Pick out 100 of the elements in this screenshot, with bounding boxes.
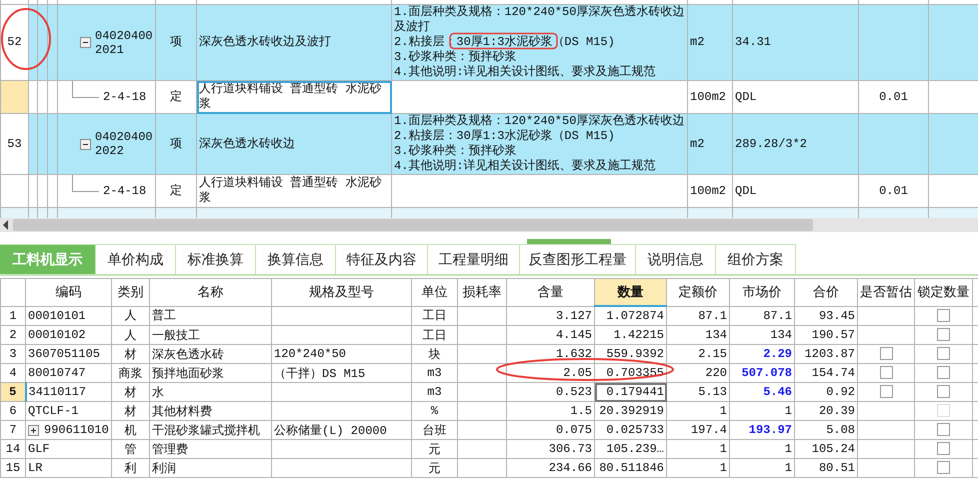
table-cell: 3.127 (506, 306, 594, 326)
table-cell: 87.1 (730, 306, 794, 326)
checkbox[interactable] (880, 347, 892, 360)
checkbox[interactable] (937, 347, 950, 360)
table-cell: 80.51 (794, 458, 858, 478)
table-cell: 134 (730, 326, 794, 344)
column-header[interactable]: 损耗率 (458, 278, 506, 306)
checkbox[interactable] (937, 328, 950, 342)
horizontal-scrollbar[interactable] (0, 218, 978, 232)
table-cell: 134 (666, 326, 730, 344)
column-header[interactable]: 合价 (794, 278, 858, 306)
table-cell: 干混砂浆罐式搅拌机 (150, 420, 272, 440)
table-cell: 00010101 (26, 306, 112, 326)
table-cell: % (412, 402, 458, 420)
column-header[interactable]: 单位 (412, 278, 458, 306)
table-cell: 项 (156, 4, 196, 80)
column-header[interactable]: 锁定数量 (914, 278, 972, 306)
checkbox[interactable] (937, 442, 950, 456)
checkbox[interactable] (937, 309, 950, 322)
table-cell: 34.31 (732, 4, 858, 80)
tab[interactable]: 工程量明细 (428, 244, 520, 274)
table-cell: （干拌）DS M15 (272, 364, 412, 382)
table-cell: 其他材料费 (150, 402, 272, 420)
tab[interactable]: 标准换算 (176, 244, 256, 274)
tab[interactable]: 组价方案 (716, 244, 796, 274)
table-cell: 5.46 (730, 382, 794, 402)
table-cell: 人 (112, 306, 150, 326)
checkbox[interactable] (937, 461, 950, 474)
table-cell: 管理费 (150, 440, 272, 458)
row-number[interactable]: 6 (0, 402, 26, 420)
table-cell[interactable]: 深灰色透水砖收边及波打 (196, 4, 392, 80)
table-cell: 材 (112, 402, 150, 420)
table-cell: 1 (666, 458, 730, 478)
table-cell: 1 (666, 440, 730, 458)
table-cell: 1 (666, 402, 730, 420)
table-cell: 1 (730, 440, 794, 458)
table-cell: 0.075 (506, 420, 594, 440)
row-number[interactable] (0, 80, 28, 114)
row-number[interactable] (0, 174, 28, 208)
tab[interactable]: 说明信息 (636, 244, 716, 274)
splitter-handle[interactable] (527, 239, 611, 244)
table-cell: 0.179441 (594, 382, 666, 402)
table-cell: 1.42215 (594, 326, 666, 344)
expand-icon[interactable] (28, 424, 39, 436)
table-cell: 水 (150, 382, 272, 402)
item-code: 040204002021 (95, 28, 153, 56)
tab[interactable]: 特征及内容 (336, 244, 428, 274)
table-cell: GLF (26, 440, 112, 458)
table-cell: 材 (112, 344, 150, 364)
table-cell: 507.078 (730, 364, 794, 382)
quota-code: 2-4-18 (103, 184, 146, 198)
row-number[interactable]: 14 (0, 440, 26, 458)
table-cell: 2.29 (730, 344, 794, 364)
row-number[interactable]: 2 (0, 326, 26, 344)
table-cell: 20.39 (794, 402, 858, 420)
column-header[interactable]: 名称 (150, 278, 272, 306)
table-cell: 利 (112, 458, 150, 478)
scrollbar-thumb[interactable] (13, 219, 813, 231)
tab[interactable]: 单价构成 (96, 244, 176, 274)
checkbox[interactable] (937, 423, 950, 436)
checkbox[interactable] (937, 385, 950, 398)
table-cell[interactable]: 深灰色透水砖收边 (196, 114, 392, 174)
column-header[interactable]: 含量 (506, 278, 594, 306)
table-cell: 块 (412, 344, 458, 364)
checkbox[interactable] (937, 366, 950, 380)
table-cell: 289.28/3*2 (732, 114, 858, 174)
table-cell: 2.15 (666, 344, 730, 364)
column-header[interactable]: 类别 (112, 278, 150, 306)
row-number[interactable]: 52 (0, 4, 28, 80)
row-number[interactable]: 3 (0, 344, 26, 364)
table-cell: 1.632 (506, 344, 594, 364)
column-header[interactable]: 编码 (26, 278, 112, 306)
row-number[interactable]: 53 (0, 114, 28, 174)
table-cell: 154.74 (794, 364, 858, 382)
table-cell: 5.13 (666, 382, 730, 402)
checkbox[interactable] (880, 366, 892, 380)
tab[interactable]: 反查图形工程量 (520, 244, 636, 274)
column-header[interactable]: 市场价 (730, 278, 794, 306)
row-number[interactable]: 5 (0, 382, 26, 402)
row-number[interactable]: 7 (0, 420, 26, 440)
table-cell: 0.523 (506, 382, 594, 402)
table-cell: LR (26, 458, 112, 478)
column-header[interactable]: 定额价 (666, 278, 730, 306)
table-cell: 工日 (412, 306, 458, 326)
scroll-left-icon[interactable] (3, 220, 8, 230)
checkbox[interactable] (880, 385, 892, 398)
table-cell: 普工 (150, 306, 272, 326)
item-code: 040204002022 (95, 130, 153, 158)
table-cell: 1.072874 (594, 306, 666, 326)
column-header[interactable]: 是否暂估 (858, 278, 914, 306)
column-header[interactable]: 数量 (594, 278, 666, 306)
collapse-icon[interactable] (80, 37, 91, 48)
table-cell: 105.239… (594, 440, 666, 458)
row-number[interactable]: 1 (0, 306, 26, 326)
column-header[interactable]: 规格及型号 (272, 278, 412, 306)
collapse-icon[interactable] (80, 138, 91, 150)
tab[interactable]: 换算信息 (256, 244, 336, 274)
table-cell: 120*240*50 (272, 344, 412, 364)
row-number[interactable]: 15 (0, 458, 26, 478)
table-cell: 材 (112, 382, 150, 402)
